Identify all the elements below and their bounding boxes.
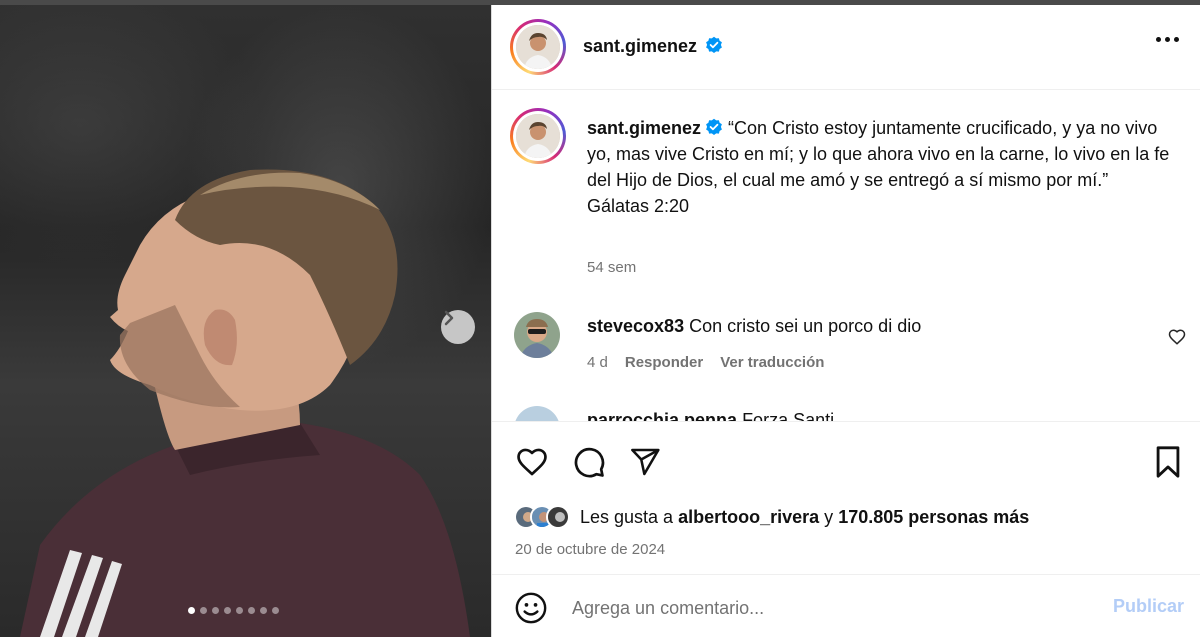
comment-item: stevecox83 Con cristo sei un porco di di… [514,312,1194,382]
see-translation-button[interactable]: Ver traducción [720,354,824,371]
comment-username[interactable]: parrocchia.penna [587,410,737,421]
carousel-dot [212,607,219,614]
heart-icon [517,448,547,476]
caption-username[interactable]: sant.gimenez [587,118,701,138]
share-button[interactable] [625,442,665,482]
heart-icon [1168,329,1186,345]
comment-icon [574,447,605,478]
publish-button[interactable]: Publicar [1113,596,1184,617]
liker-username[interactable]: albertooo_rivera [678,507,819,527]
liker-avatar [546,505,570,529]
comment-content: parrocchia.penna Forza Santi [587,410,834,421]
likes-summary: Les gusta a albertooo_rivera y 170.805 p… [514,505,1029,529]
likes-count-link[interactable]: 170.805 personas más [838,507,1029,527]
post-dialog: sant.gimenez sant.gimenez “Con Cristo es… [0,5,1200,638]
author-username[interactable]: sant.gimenez [583,36,697,56]
post-header: sant.gimenez [492,5,1200,90]
like-button[interactable] [512,442,552,482]
comment-button[interactable] [569,442,609,482]
carousel-dot [260,607,267,614]
comment-timestamp[interactable]: 4 d [587,354,608,371]
comment-meta: 4 d Responder Ver traducción [587,354,824,371]
post-date[interactable]: 20 de octubre de 2024 [515,541,665,558]
carousel-indicators [188,607,279,614]
more-options-button[interactable] [1156,37,1179,42]
author-avatar[interactable] [510,19,566,75]
caption-reference: Gálatas 2:20 [587,196,690,216]
emoji-button[interactable] [512,589,550,627]
comment-text: Con cristo sei un porco di dio [689,316,922,336]
caption-author-avatar[interactable] [510,108,566,164]
carousel-dot [272,607,279,614]
carousel-dot [236,607,243,614]
comment-input[interactable] [572,593,1072,623]
comment-item: parrocchia.penna Forza Santi [514,406,1194,421]
carousel-dot [200,607,207,614]
carousel-dot [248,607,255,614]
comment-text: Forza Santi [742,410,835,421]
post-side-panel: sant.gimenez sant.gimenez “Con Cristo es… [491,5,1200,638]
comment-username[interactable]: stevecox83 [587,316,684,336]
verified-badge-icon [706,118,722,135]
carousel-dot [224,607,231,614]
chevron-right-icon [444,310,454,326]
comment-content: stevecox83 Con cristo sei un porco di di… [587,316,921,337]
commenter-avatar[interactable] [514,312,560,358]
emoji-icon [515,592,547,624]
likes-text: Les gusta a albertooo_rivera y 170.805 p… [580,507,1029,528]
verified-badge-icon [706,36,723,53]
save-button[interactable] [1148,442,1188,482]
post-media[interactable] [0,5,491,637]
likes-prefix: Les gusta a [580,506,674,527]
player-photo [20,169,470,637]
author-name-row: sant.gimenez [583,36,723,57]
comment-like-button[interactable] [1166,326,1188,348]
caption-timestamp[interactable]: 54 sem [587,259,636,276]
reply-button[interactable]: Responder [625,354,703,371]
carousel-next-button[interactable] [441,310,475,344]
caption: sant.gimenez “Con Cristo estoy juntament… [587,115,1177,219]
more-horizontal-icon [1156,37,1161,42]
comments-list[interactable]: sant.gimenez “Con Cristo estoy juntament… [492,91,1200,421]
send-icon [631,448,660,476]
post-actions-section: Les gusta a albertooo_rivera y 170.805 p… [492,421,1200,638]
commenter-avatar[interactable] [514,406,560,421]
likes-connector: y [824,506,834,527]
carousel-dot [188,607,195,614]
bookmark-icon [1156,446,1180,478]
add-comment-bar: Publicar [492,574,1200,639]
